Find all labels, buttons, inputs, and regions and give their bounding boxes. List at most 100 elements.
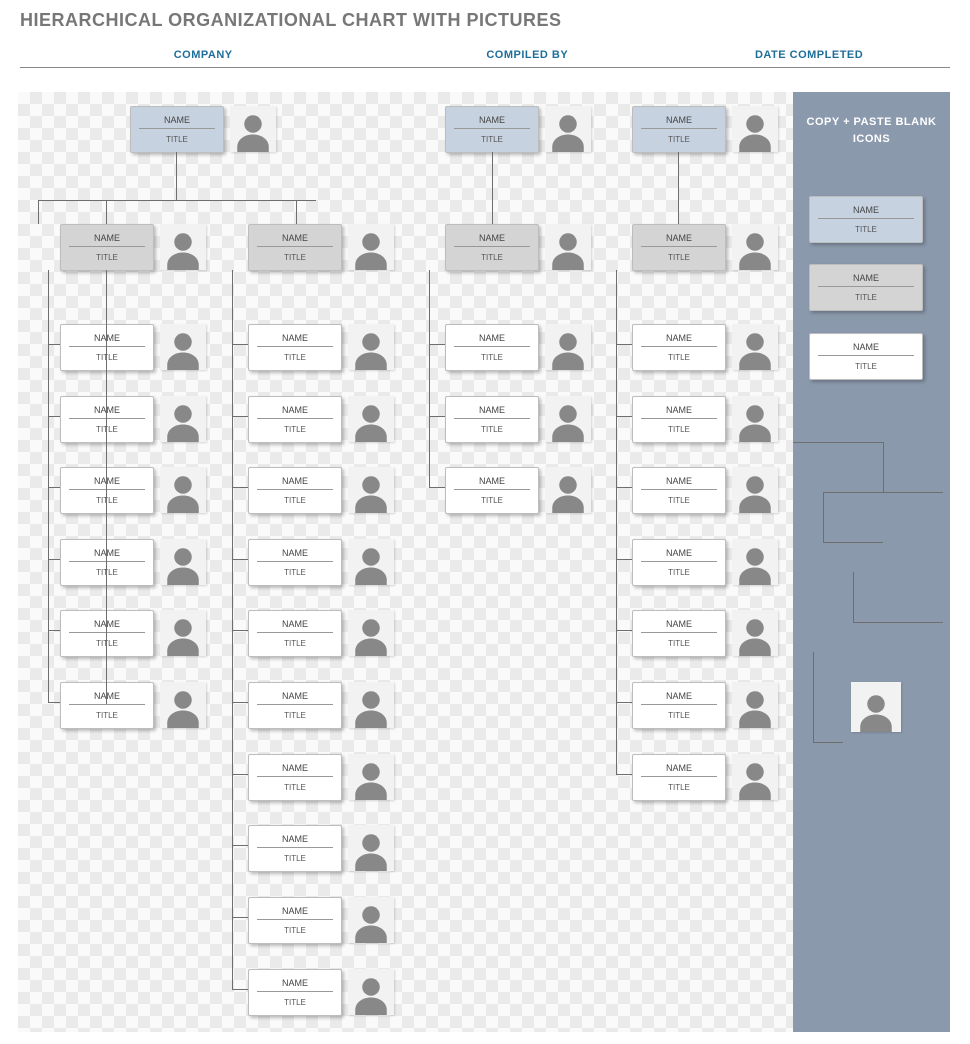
org-card[interactable]: NAMETITLE <box>632 539 778 586</box>
org-card-box[interactable]: NAMETITLE <box>809 196 923 243</box>
org-card-box[interactable]: NAMETITLE <box>445 224 539 271</box>
person-icon[interactable] <box>348 969 394 1015</box>
org-card-box[interactable]: NAMETITLE <box>809 264 923 311</box>
person-icon[interactable] <box>545 106 591 152</box>
meta-date-completed[interactable]: DATE COMPLETED <box>668 45 950 67</box>
person-icon[interactable] <box>732 682 778 728</box>
org-card[interactable]: NAMETITLE <box>632 682 778 729</box>
person-icon[interactable] <box>348 825 394 871</box>
person-icon[interactable] <box>851 682 901 732</box>
person-icon[interactable] <box>348 224 394 270</box>
org-card[interactable]: NAMETITLE <box>248 224 394 271</box>
org-card[interactable]: NAMETITLE <box>445 324 591 371</box>
org-card-box[interactable]: NAMETITLE <box>60 324 154 371</box>
org-card-box[interactable]: NAMETITLE <box>248 969 342 1016</box>
org-card[interactable]: NAMETITLE <box>632 224 778 271</box>
org-card[interactable]: NAMETITLE <box>809 196 923 243</box>
org-card-box[interactable]: NAMETITLE <box>632 396 726 443</box>
org-card-box[interactable]: NAMETITLE <box>632 754 726 801</box>
org-card-box[interactable]: NAMETITLE <box>248 682 342 729</box>
person-icon[interactable] <box>348 682 394 728</box>
org-card[interactable]: NAMETITLE <box>248 610 394 657</box>
chart-canvas[interactable]: NAMETITLE NAMETITLE NAMETITLE NAMETITLE NAME… <box>18 92 793 1032</box>
org-card-box[interactable]: NAMETITLE <box>632 682 726 729</box>
org-card[interactable]: NAMETITLE <box>632 754 778 801</box>
org-card-box[interactable]: NAMETITLE <box>445 106 539 153</box>
org-card[interactable]: NAMETITLE <box>248 396 394 443</box>
org-card[interactable]: NAMETITLE <box>632 324 778 371</box>
person-icon[interactable] <box>545 467 591 513</box>
org-card[interactable]: NAMETITLE <box>445 396 591 443</box>
org-card-box[interactable]: NAMETITLE <box>60 682 154 729</box>
org-card-box[interactable]: NAMETITLE <box>60 224 154 271</box>
org-card[interactable]: NAMETITLE <box>60 610 206 657</box>
org-card-box[interactable]: NAMETITLE <box>632 106 726 153</box>
meta-compiled-by[interactable]: COMPILED BY <box>386 45 668 67</box>
org-card-box[interactable]: NAMETITLE <box>632 467 726 514</box>
org-card-box[interactable]: NAMETITLE <box>248 825 342 872</box>
org-card[interactable]: NAMETITLE <box>60 539 206 586</box>
person-icon[interactable] <box>348 324 394 370</box>
org-card[interactable]: NAMETITLE <box>60 224 206 271</box>
org-card-box[interactable]: NAMETITLE <box>248 224 342 271</box>
meta-company[interactable]: COMPANY <box>20 45 386 67</box>
person-icon[interactable] <box>732 324 778 370</box>
org-card-box[interactable]: NAMETITLE <box>248 324 342 371</box>
person-icon[interactable] <box>348 539 394 585</box>
org-card-box[interactable]: NAMETITLE <box>248 539 342 586</box>
person-icon[interactable] <box>160 539 206 585</box>
org-card-box[interactable]: NAMETITLE <box>60 467 154 514</box>
person-icon[interactable] <box>545 324 591 370</box>
org-card[interactable]: NAMETITLE <box>632 396 778 443</box>
org-card-box[interactable]: NAMETITLE <box>632 539 726 586</box>
person-icon[interactable] <box>732 467 778 513</box>
person-icon[interactable] <box>160 610 206 656</box>
org-card[interactable]: NAMETITLE <box>632 106 778 153</box>
person-icon[interactable] <box>732 754 778 800</box>
org-card-box[interactable]: NAMETITLE <box>248 754 342 801</box>
org-card[interactable]: NAMETITLE <box>60 467 206 514</box>
org-card[interactable]: NAMETITLE <box>248 969 394 1016</box>
person-icon[interactable] <box>732 396 778 442</box>
org-card[interactable]: NAMETITLE <box>632 467 778 514</box>
org-card[interactable]: NAMETITLE <box>445 224 591 271</box>
org-card[interactable]: NAMETITLE <box>60 324 206 371</box>
org-card-box[interactable]: NAMETITLE <box>632 224 726 271</box>
person-icon[interactable] <box>545 224 591 270</box>
person-icon[interactable] <box>545 396 591 442</box>
org-card-box[interactable]: NAMETITLE <box>130 106 224 153</box>
org-card-box[interactable]: NAMETITLE <box>632 610 726 657</box>
person-icon[interactable] <box>732 106 778 152</box>
org-card-box[interactable]: NAMETITLE <box>632 324 726 371</box>
person-icon[interactable] <box>160 396 206 442</box>
person-icon[interactable] <box>230 106 276 152</box>
org-card[interactable]: NAMETITLE <box>248 682 394 729</box>
org-card-box[interactable]: NAMETITLE <box>445 396 539 443</box>
org-card-box[interactable]: NAMETITLE <box>60 539 154 586</box>
org-card-box[interactable]: NAMETITLE <box>60 610 154 657</box>
person-icon[interactable] <box>348 467 394 513</box>
person-icon[interactable] <box>348 396 394 442</box>
person-icon[interactable] <box>732 610 778 656</box>
org-card-box[interactable]: NAMETITLE <box>809 333 923 380</box>
org-card-box[interactable]: NAMETITLE <box>445 467 539 514</box>
person-icon[interactable] <box>348 897 394 943</box>
org-card-box[interactable]: NAMETITLE <box>248 396 342 443</box>
person-icon[interactable] <box>732 539 778 585</box>
org-card[interactable]: NAMETITLE <box>248 467 394 514</box>
org-card[interactable]: NAMETITLE <box>809 333 923 380</box>
org-card[interactable]: NAMETITLE <box>632 610 778 657</box>
org-card[interactable]: NAMETITLE <box>248 897 394 944</box>
person-icon[interactable] <box>160 682 206 728</box>
org-card-box[interactable]: NAMETITLE <box>445 324 539 371</box>
org-card-box[interactable]: NAMETITLE <box>60 396 154 443</box>
org-card[interactable]: NAMETITLE <box>248 539 394 586</box>
org-card[interactable]: NAMETITLE <box>248 324 394 371</box>
person-icon[interactable] <box>160 324 206 370</box>
org-card[interactable]: NAMETITLE <box>445 467 591 514</box>
org-card[interactable]: NAMETITLE <box>809 264 923 311</box>
person-icon[interactable] <box>160 224 206 270</box>
org-card[interactable]: NAMETITLE <box>248 825 394 872</box>
org-card[interactable]: NAMETITLE <box>60 682 206 729</box>
org-card-box[interactable]: NAMETITLE <box>248 610 342 657</box>
